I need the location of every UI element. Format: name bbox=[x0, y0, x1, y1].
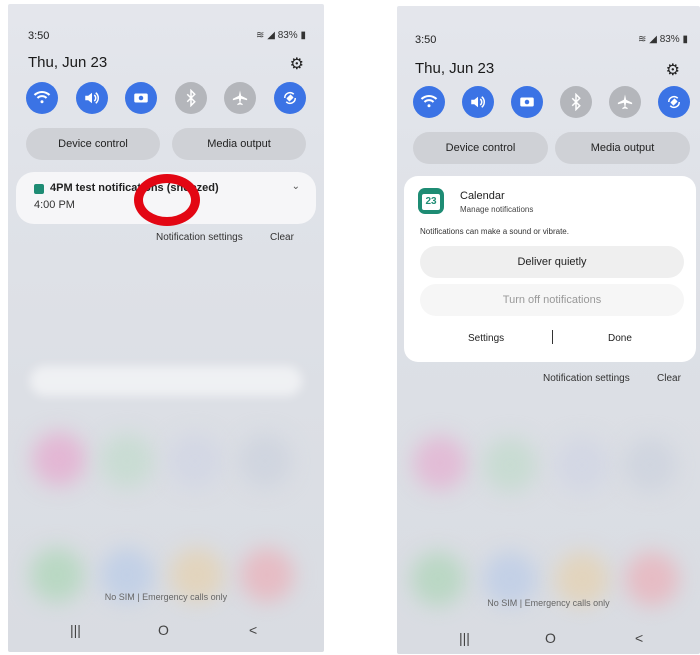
chevron-down-icon[interactable]: ⌄ bbox=[292, 181, 300, 192]
clock: 3:50 bbox=[415, 34, 437, 46]
date-label: Thu, Jun 23 bbox=[28, 54, 108, 71]
bluetooth-icon[interactable] bbox=[174, 82, 207, 114]
clear-link[interactable]: Clear bbox=[657, 373, 681, 384]
blurred-app-icon bbox=[100, 434, 154, 488]
auto-rotate-icon[interactable] bbox=[658, 86, 690, 118]
airplane-icon[interactable] bbox=[224, 82, 257, 114]
back-button[interactable]: < bbox=[635, 630, 643, 646]
settings-gear-icon[interactable]: ⚙ bbox=[290, 54, 304, 74]
cell-signal-icon: ◢ bbox=[649, 34, 657, 45]
screen-record-icon[interactable] bbox=[511, 86, 543, 118]
quick-settings-row bbox=[413, 86, 690, 118]
footer-divider bbox=[552, 330, 553, 344]
status-bar: 3:50 ≋ ◢ 83% ▮ bbox=[8, 30, 324, 46]
blurred-search-bar bbox=[30, 366, 302, 396]
calendar-icon-day: 23 bbox=[422, 194, 440, 210]
blurred-app-icon bbox=[238, 434, 292, 488]
notification-settings-link[interactable]: Notification settings bbox=[156, 232, 243, 243]
device-control-button[interactable]: Device control bbox=[26, 128, 160, 160]
blurred-app-icon bbox=[483, 438, 537, 492]
wifi-icon[interactable] bbox=[413, 86, 445, 118]
back-button[interactable]: < bbox=[249, 622, 257, 638]
deliver-quietly-button[interactable]: Deliver quietly bbox=[420, 246, 684, 278]
navigation-bar: ||| O < bbox=[8, 622, 324, 642]
blurred-app-icon bbox=[32, 432, 86, 486]
battery-percent: 83% bbox=[277, 30, 298, 41]
device-control-button[interactable]: Device control bbox=[413, 132, 548, 164]
turn-off-notifications-button[interactable]: Turn off notifications bbox=[420, 284, 684, 316]
no-sim-status: No SIM | Emergency calls only bbox=[104, 592, 228, 602]
bluetooth-icon[interactable] bbox=[560, 86, 592, 118]
phone-screen-right: 3:50 ≋ ◢ 83% ▮ Thu, Jun 23 ⚙ Device cont… bbox=[397, 6, 700, 654]
settings-gear-icon[interactable]: ⚙ bbox=[666, 60, 680, 80]
no-sim-status: No SIM | Emergency calls only bbox=[487, 598, 610, 608]
battery-icon: ▮ bbox=[300, 30, 306, 41]
done-button[interactable]: Done bbox=[608, 333, 632, 344]
media-output-button[interactable]: Media output bbox=[172, 128, 306, 160]
highlight-circle bbox=[134, 174, 200, 226]
wifi-icon[interactable] bbox=[26, 82, 58, 114]
blurred-app-icon bbox=[168, 434, 222, 488]
battery-percent: 83% bbox=[659, 34, 680, 45]
phone-screen-left: 3:50 ≋ ◢ 83% ▮ Thu, Jun 23 ⚙ Device cont… bbox=[8, 4, 324, 652]
calendar-small-icon bbox=[34, 184, 44, 194]
quick-actions-row: Device control Media output bbox=[26, 128, 306, 160]
calendar-app-icon: 23 bbox=[418, 188, 444, 214]
battery-icon: ▮ bbox=[682, 34, 688, 45]
status-bar: 3:50 ≋ ◢ 83% ▮ bbox=[397, 34, 700, 50]
home-button[interactable]: O bbox=[545, 630, 556, 646]
blurred-app-icon bbox=[623, 438, 677, 492]
navigation-bar: ||| O < bbox=[397, 630, 700, 650]
clear-link[interactable]: Clear bbox=[270, 232, 294, 243]
notification-description: Notifications can make a sound or vibrat… bbox=[420, 227, 569, 236]
quick-actions-row: Device control Media output bbox=[413, 132, 690, 164]
app-name: Calendar bbox=[460, 190, 505, 202]
notification-time: 4:00 PM bbox=[34, 199, 75, 211]
auto-rotate-icon[interactable] bbox=[273, 82, 306, 114]
cell-signal-icon: ◢ bbox=[267, 30, 275, 41]
recents-button[interactable]: ||| bbox=[70, 622, 81, 638]
blurred-app-icon bbox=[555, 438, 609, 492]
wifi-signal-icon: ≋ bbox=[256, 30, 265, 41]
system-indicators: ≋ ◢ 83% ▮ bbox=[256, 30, 306, 41]
screen-record-icon[interactable] bbox=[125, 82, 158, 114]
sound-icon[interactable] bbox=[462, 86, 494, 118]
notification-options-card: 23 Calendar Manage notifications Notific… bbox=[404, 176, 696, 362]
sound-icon[interactable] bbox=[75, 82, 108, 114]
recents-button[interactable]: ||| bbox=[459, 630, 470, 646]
clock: 3:50 bbox=[28, 30, 50, 42]
manage-notifications-link[interactable]: Manage notifications bbox=[460, 205, 533, 214]
quick-settings-row bbox=[26, 82, 306, 114]
system-indicators: ≋ ◢ 83% ▮ bbox=[638, 34, 688, 45]
blurred-app-icon bbox=[413, 436, 467, 490]
date-label: Thu, Jun 23 bbox=[415, 60, 495, 77]
notification-settings-link[interactable]: Notification settings bbox=[543, 373, 630, 384]
airplane-icon[interactable] bbox=[609, 86, 641, 118]
settings-button[interactable]: Settings bbox=[468, 333, 504, 344]
home-button[interactable]: O bbox=[158, 622, 169, 638]
media-output-button[interactable]: Media output bbox=[555, 132, 690, 164]
wifi-signal-icon: ≋ bbox=[638, 34, 647, 45]
